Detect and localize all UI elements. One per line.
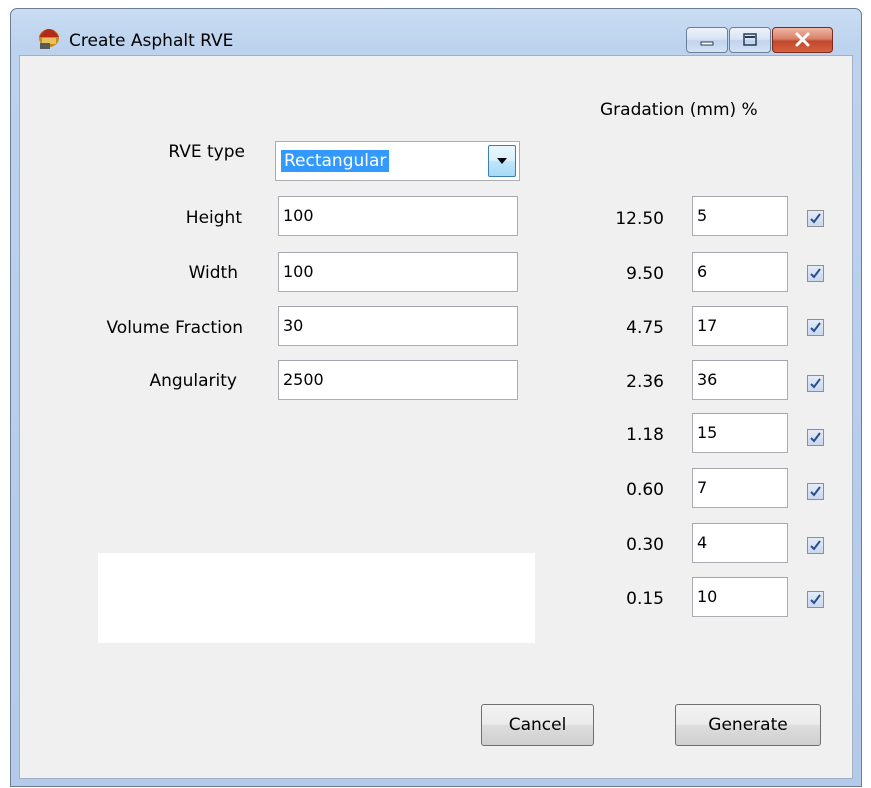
close-icon: [795, 32, 810, 47]
gradation-checkbox[interactable]: [807, 537, 824, 554]
generate-button[interactable]: Generate: [675, 704, 821, 746]
width-label: Width: [188, 263, 238, 283]
checkmark-icon: [810, 432, 821, 443]
checkmark-icon: [810, 213, 821, 224]
rve-type-selected-value: Rectangular: [281, 150, 390, 172]
checkmark-icon: [810, 594, 821, 605]
gradation-size-label: 12.50: [615, 209, 664, 229]
chevron-down-icon[interactable]: [488, 145, 516, 177]
gradation-checkbox[interactable]: [807, 265, 824, 282]
minimize-button[interactable]: [686, 27, 728, 53]
gradation-checkbox[interactable]: [807, 591, 824, 608]
maximize-button[interactable]: [729, 27, 771, 53]
gradation-size-label: 0.60: [626, 480, 664, 500]
checkmark-icon: [810, 486, 821, 497]
gradation-percent-input[interactable]: 7: [692, 468, 788, 508]
gradation-checkbox[interactable]: [807, 429, 824, 446]
gradation-percent-input[interactable]: 5: [692, 196, 788, 236]
gradation-size-label: 4.75: [626, 318, 664, 338]
gradation-checkbox[interactable]: [807, 375, 824, 392]
width-input[interactable]: 100: [278, 252, 518, 292]
gradation-percent-input[interactable]: 6: [692, 252, 788, 292]
gradation-percent-input[interactable]: 4: [692, 523, 788, 563]
maximize-icon: [743, 33, 757, 46]
gradation-checkbox[interactable]: [807, 210, 824, 227]
gradation-size-label: 0.30: [626, 535, 664, 555]
window-title: Create Asphalt RVE: [69, 31, 234, 51]
gradation-size-label: 2.36: [626, 372, 664, 392]
app-helmet-icon: [35, 23, 63, 49]
gradation-checkbox[interactable]: [807, 319, 824, 336]
title-bar[interactable]: Create Asphalt RVE: [11, 9, 861, 55]
angularity-label: Angularity: [149, 371, 237, 391]
gradation-size-label: 9.50: [626, 264, 664, 284]
minimize-icon: [700, 41, 714, 46]
height-input[interactable]: 100: [278, 196, 518, 236]
gradation-header: Gradation (mm) %: [600, 100, 758, 120]
gradation-percent-input[interactable]: 15: [692, 413, 788, 453]
rve-type-select[interactable]: Rectangular: [275, 141, 520, 181]
rve-type-label: RVE type: [168, 142, 245, 162]
close-button[interactable]: [772, 27, 833, 53]
dialog-body: Gradation (mm) % RVE type Rectangular He…: [19, 55, 853, 779]
checkmark-icon: [810, 540, 821, 551]
height-label: Height: [185, 208, 242, 228]
gradation-size-label: 0.15: [626, 589, 664, 609]
gradation-percent-input[interactable]: 17: [692, 306, 788, 346]
checkmark-icon: [810, 322, 821, 333]
checkmark-icon: [810, 378, 821, 389]
volume-fraction-input[interactable]: 30: [278, 306, 518, 346]
gradation-percent-input[interactable]: 36: [692, 360, 788, 400]
dialog-window: Create Asphalt RVE Gradation (mm) % RVE …: [10, 8, 862, 787]
gradation-checkbox[interactable]: [807, 483, 824, 500]
gradation-size-label: 1.18: [626, 425, 664, 445]
gradation-percent-input[interactable]: 10: [692, 577, 788, 617]
angularity-input[interactable]: 2500: [278, 360, 518, 400]
preview-panel: [98, 553, 535, 643]
volume-fraction-label: Volume Fraction: [106, 318, 244, 338]
checkmark-icon: [810, 268, 821, 279]
cancel-button[interactable]: Cancel: [481, 704, 594, 746]
